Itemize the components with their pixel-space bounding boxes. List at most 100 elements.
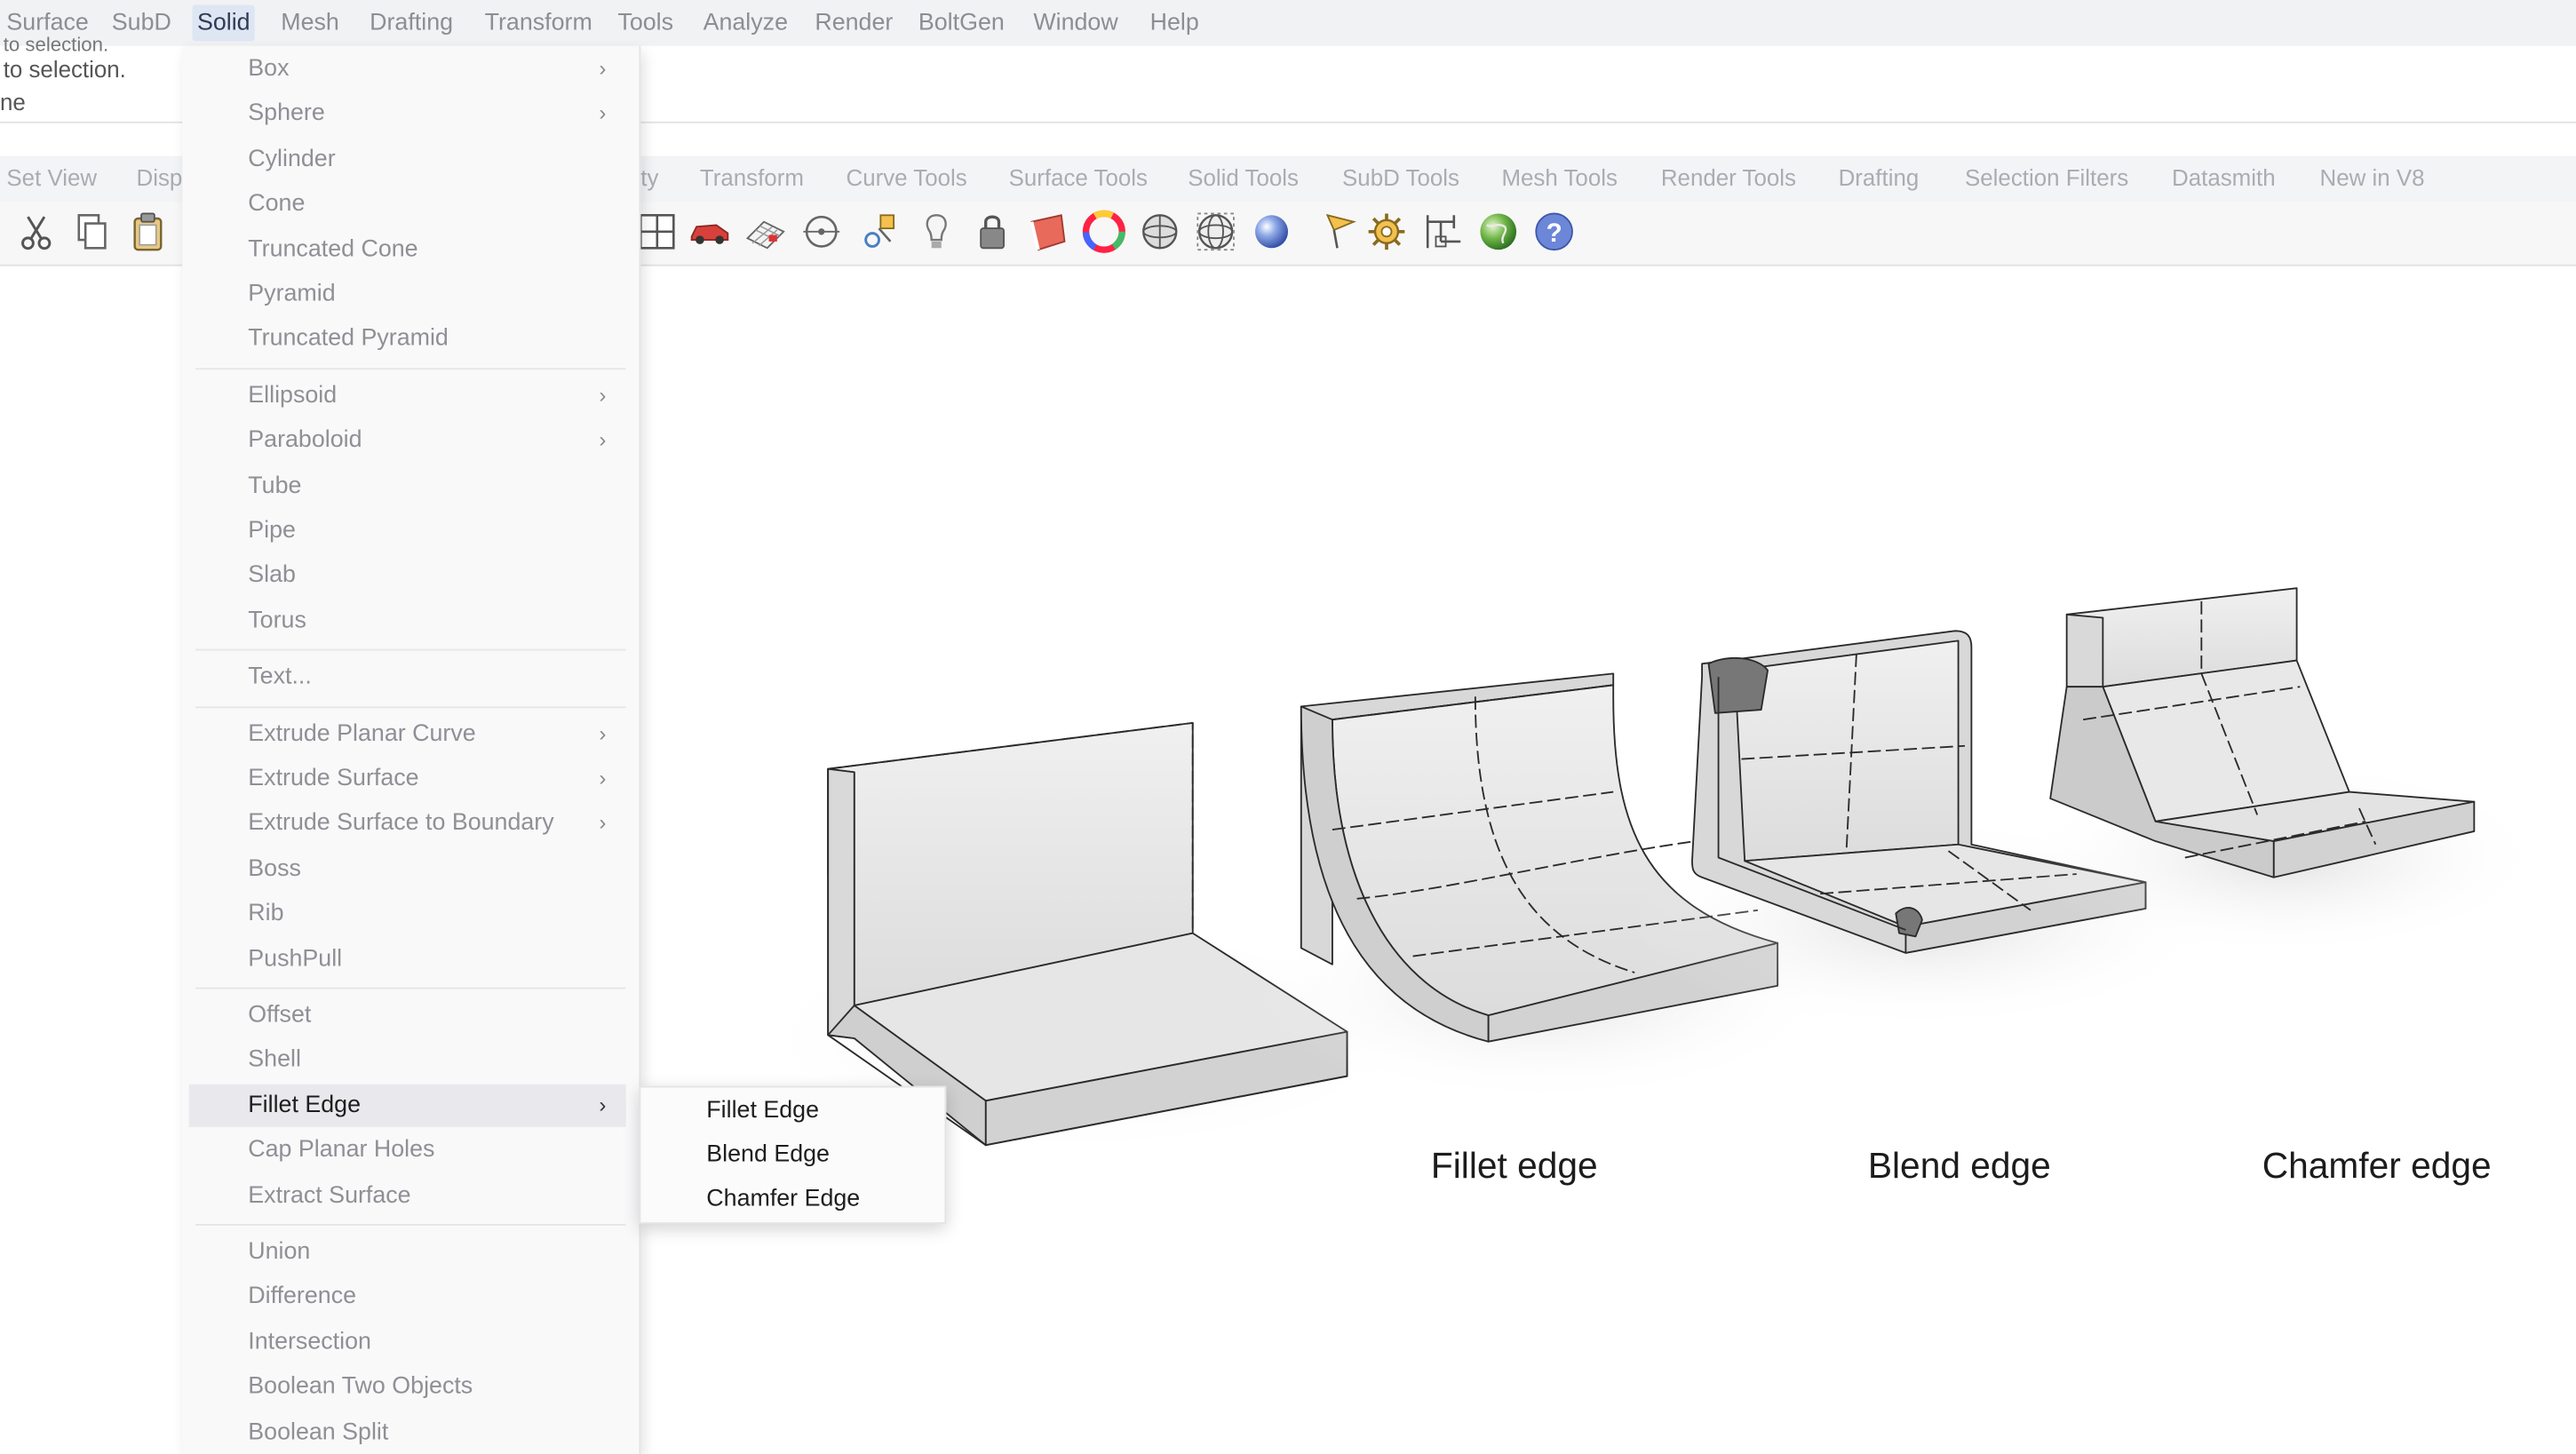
submenu-item-chamfer-edge[interactable]: Chamfer Edge bbox=[640, 1178, 944, 1220]
tab-partial[interactable]: ty bbox=[640, 164, 658, 191]
menu-subd[interactable]: SubD bbox=[107, 5, 176, 42]
menu-item-boolean-split[interactable]: Boolean Split bbox=[189, 1410, 626, 1453]
menu-item-slab[interactable]: Slab bbox=[189, 554, 626, 597]
cut-icon[interactable] bbox=[13, 209, 60, 255]
wireframe-sphere-icon[interactable] bbox=[1193, 209, 1239, 255]
menu-item-pipe[interactable]: Pipe bbox=[189, 509, 626, 552]
menu-item-tube[interactable]: Tube bbox=[189, 465, 626, 507]
menu-item-torus[interactable]: Torus bbox=[189, 600, 626, 642]
dimension-icon[interactable] bbox=[1421, 209, 1467, 255]
menu-item-box[interactable]: Box › bbox=[189, 48, 626, 91]
menu-item-pushpull[interactable]: PushPull bbox=[189, 937, 626, 980]
menu-item-label: Pyramid bbox=[248, 281, 336, 307]
menu-item-label: Truncated Pyramid bbox=[248, 325, 449, 353]
menu-item-label: Boss bbox=[248, 855, 301, 882]
menu-separator bbox=[195, 1224, 626, 1226]
tab-surface-tools[interactable]: Surface Tools bbox=[1009, 164, 1148, 191]
chevron-right-icon: › bbox=[599, 100, 607, 126]
menu-item-label: Union bbox=[248, 1238, 311, 1266]
chevron-right-icon: › bbox=[599, 765, 607, 791]
menu-item-extract-surface[interactable]: Extract Surface bbox=[189, 1174, 626, 1217]
menu-item-rib[interactable]: Rib bbox=[189, 893, 626, 935]
flag-icon[interactable] bbox=[1317, 209, 1364, 255]
menu-item-label: Cap Planar Holes bbox=[248, 1137, 435, 1164]
menu-item-difference[interactable]: Difference bbox=[189, 1275, 626, 1318]
menu-item-extrude-planar-curve[interactable]: Extrude Planar Curve › bbox=[189, 712, 626, 755]
submenu-item-fillet-edge[interactable]: Fillet Edge bbox=[640, 1089, 944, 1132]
menu-item-cap-planar-holes[interactable]: Cap Planar Holes bbox=[189, 1129, 626, 1172]
tab-set-view[interactable]: Set View bbox=[6, 164, 97, 191]
menu-item-paraboloid[interactable]: Paraboloid › bbox=[189, 419, 626, 462]
tab-datasmith[interactable]: Datasmith bbox=[2172, 164, 2276, 191]
menu-separator bbox=[195, 367, 626, 369]
menu-solid[interactable]: Solid bbox=[192, 4, 256, 42]
menu-drafting[interactable]: Drafting bbox=[365, 5, 458, 42]
help-icon[interactable]: ? bbox=[1531, 209, 1578, 255]
tab-selection-filters[interactable]: Selection Filters bbox=[1965, 164, 2128, 191]
menu-item-label: Boolean Split bbox=[248, 1418, 389, 1445]
submenu-item-blend-edge[interactable]: Blend Edge bbox=[640, 1133, 944, 1176]
menu-mesh[interactable]: Mesh bbox=[276, 5, 345, 42]
chamfer-edge-model bbox=[2020, 587, 2547, 957]
menu-item-boolean-two-objects[interactable]: Boolean Two Objects bbox=[189, 1365, 626, 1408]
rendered-sphere-icon[interactable] bbox=[1249, 209, 1295, 255]
menu-item-truncated-pyramid[interactable]: Truncated Pyramid bbox=[189, 318, 626, 361]
copy-icon[interactable] bbox=[69, 209, 115, 255]
menu-item-text[interactable]: Text... bbox=[189, 655, 626, 698]
menu-render[interactable]: Render bbox=[810, 5, 898, 42]
caption-chamfer-edge: Chamfer edge bbox=[2262, 1145, 2492, 1187]
menu-item-label: Shell bbox=[248, 1046, 301, 1074]
tab-subd-tools[interactable]: SubD Tools bbox=[1342, 164, 1459, 191]
grid-icon[interactable] bbox=[743, 209, 789, 255]
menu-item-cone[interactable]: Cone bbox=[189, 183, 626, 226]
lock-icon[interactable] bbox=[969, 209, 1015, 255]
tab-render-tools[interactable]: Render Tools bbox=[1661, 164, 1796, 191]
globe-icon[interactable] bbox=[1475, 209, 1522, 255]
menu-item-label: Text... bbox=[248, 663, 312, 691]
tab-drafting[interactable]: Drafting bbox=[1839, 164, 1920, 191]
menu-item-intersection[interactable]: Intersection bbox=[189, 1321, 626, 1363]
menu-item-shell[interactable]: Shell bbox=[189, 1039, 626, 1082]
layer-color-icon[interactable] bbox=[1025, 209, 1071, 255]
caption-fillet-edge: Fillet edge bbox=[1430, 1145, 1598, 1187]
menu-item-ellipsoid[interactable]: Ellipsoid › bbox=[189, 374, 626, 417]
menu-item-extrude-surface[interactable]: Extrude Surface › bbox=[189, 758, 626, 800]
tab-transform[interactable]: Transform bbox=[700, 164, 804, 191]
four-viewports-icon[interactable] bbox=[634, 209, 680, 255]
tab-display[interactable]: Disp bbox=[137, 164, 183, 191]
menu-help[interactable]: Help bbox=[1145, 5, 1204, 42]
menu-item-offset[interactable]: Offset bbox=[189, 994, 626, 1037]
menu-item-pyramid[interactable]: Pyramid bbox=[189, 273, 626, 315]
gear-icon[interactable] bbox=[1364, 209, 1410, 255]
menu-window[interactable]: Window bbox=[1029, 5, 1123, 42]
menu-item-truncated-cone[interactable]: Truncated Cone bbox=[189, 227, 626, 270]
tab-new-in-v8[interactable]: New in V8 bbox=[2319, 164, 2424, 191]
menu-tools[interactable]: Tools bbox=[613, 5, 679, 42]
tab-mesh-tools[interactable]: Mesh Tools bbox=[1501, 164, 1618, 191]
menu-item-union[interactable]: Union bbox=[189, 1230, 626, 1273]
menu-item-label: Torus bbox=[248, 608, 306, 634]
menu-item-fillet-edge[interactable]: Fillet Edge › bbox=[188, 1084, 626, 1127]
tab-solid-tools[interactable]: Solid Tools bbox=[1188, 164, 1299, 191]
menu-item-cylinder[interactable]: Cylinder bbox=[189, 138, 626, 180]
svg-text:?: ? bbox=[1546, 218, 1562, 248]
osnap-icon[interactable] bbox=[800, 209, 847, 255]
menu-transform[interactable]: Transform bbox=[480, 5, 597, 42]
chevron-right-icon: › bbox=[599, 55, 607, 81]
menu-analyze[interactable]: Analyze bbox=[698, 5, 793, 42]
menu-item-extrude-surface-to-boundary[interactable]: Extrude Surface to Boundary › bbox=[189, 802, 626, 845]
color-wheel-icon[interactable] bbox=[1081, 209, 1127, 255]
menu-item-label: Tube bbox=[248, 472, 302, 499]
menu-boltgen[interactable]: BoltGen bbox=[913, 5, 1009, 42]
car-icon[interactable] bbox=[687, 209, 733, 255]
shaded-sphere-icon[interactable] bbox=[1137, 209, 1183, 255]
gumball-icon[interactable] bbox=[857, 209, 903, 255]
menu-item-label: Fillet Edge bbox=[248, 1092, 361, 1119]
menu-item-boss[interactable]: Boss bbox=[189, 847, 626, 890]
menu-item-sphere[interactable]: Sphere › bbox=[189, 92, 626, 135]
menu-item-label: Offset bbox=[248, 1002, 312, 1029]
paste-icon[interactable] bbox=[125, 209, 171, 255]
menu-item-label: Ellipsoid bbox=[248, 382, 338, 409]
tab-curve-tools[interactable]: Curve Tools bbox=[846, 164, 966, 191]
lightbulb-icon[interactable] bbox=[913, 209, 959, 255]
